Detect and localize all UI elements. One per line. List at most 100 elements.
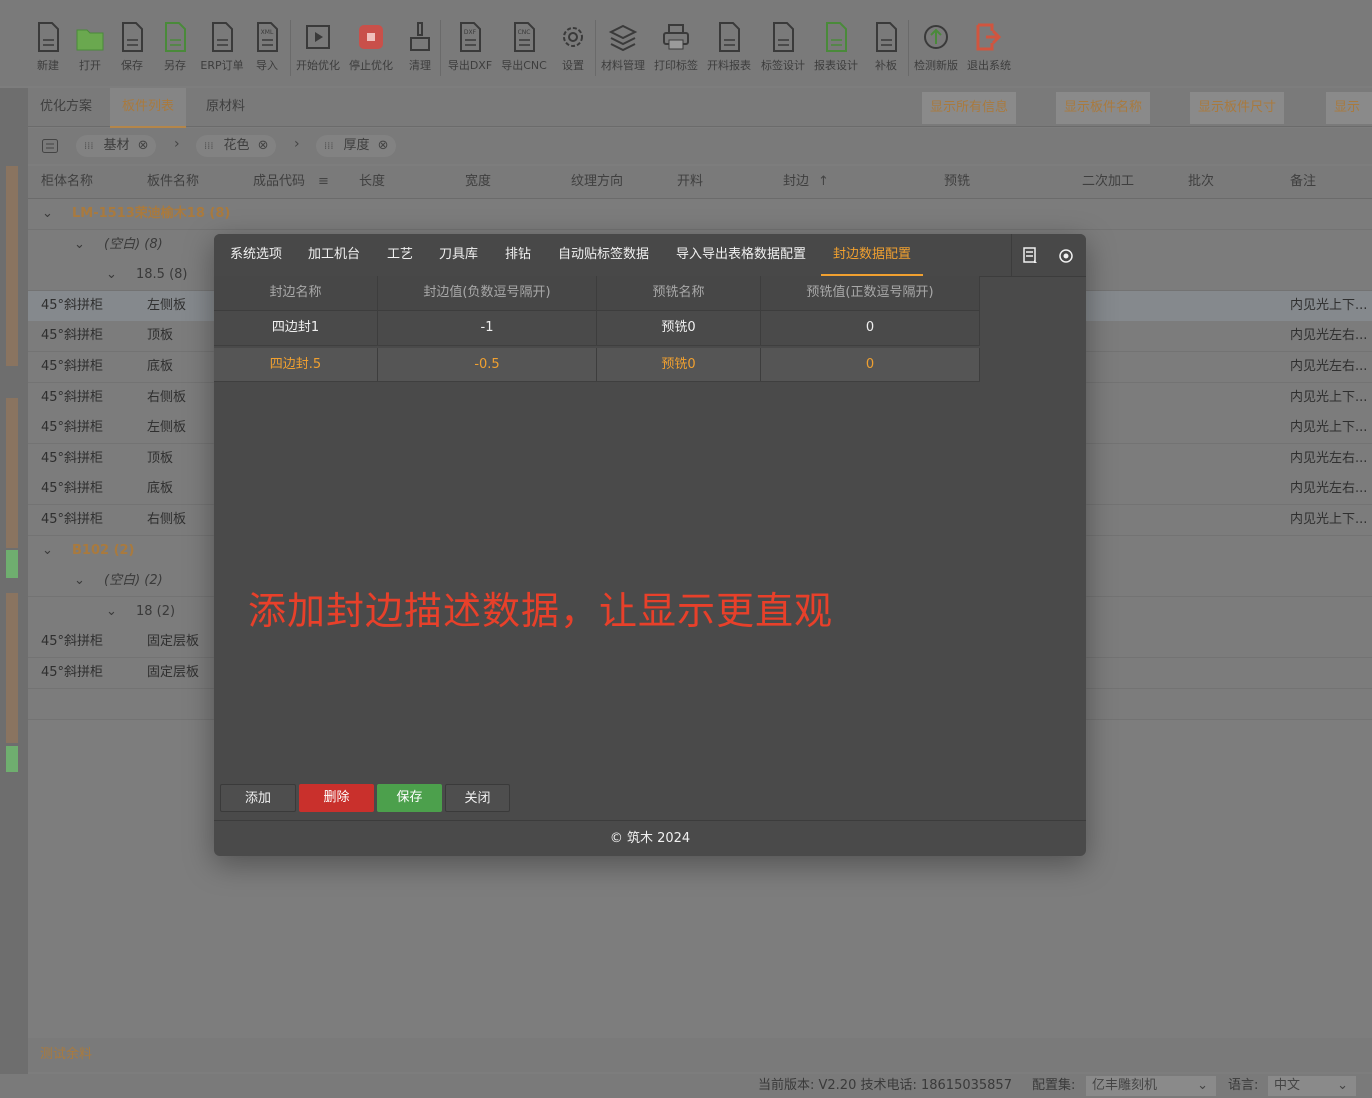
toolbar-button-9[interactable]: DXF 导出DXF <box>444 20 496 73</box>
close-button[interactable]: 关闭 <box>445 784 510 812</box>
toolbar-button-15[interactable]: 标签设计 <box>757 20 809 73</box>
toolbar-button-label: 材料管理 <box>601 59 645 72</box>
drag-handle-icon[interactable]: ⁞⁞⁞ <box>324 141 334 152</box>
toolbar-button-label: 报表设计 <box>814 59 858 72</box>
cabinet-name-cell: 45°斜拼柜 <box>41 481 104 497</box>
save-button[interactable]: 保存 <box>377 784 442 812</box>
export-list-icon[interactable] <box>1023 247 1039 265</box>
toolbar-button-8[interactable]: 清理 <box>394 20 446 73</box>
language-value: 中文 <box>1274 1078 1301 1093</box>
toolbar-button-7[interactable]: 停止优化 <box>345 20 397 73</box>
mill-name-cell[interactable]: 预铣0 <box>597 311 761 345</box>
remnant-label[interactable]: 测试余料 <box>40 1038 92 1072</box>
col-cutting[interactable]: 开料 <box>677 166 703 198</box>
note-cell: 内见光上下... <box>1290 512 1368 527</box>
edge-name-cell[interactable]: 四边封1 <box>214 311 378 345</box>
toolbar-button-3[interactable]: 另存 <box>149 20 201 73</box>
tab-optimization-plan[interactable]: 优化方案 <box>28 88 104 126</box>
col-board-name[interactable]: 板件名称 <box>147 166 199 198</box>
col-product-code[interactable]: 成品代码 <box>253 166 305 198</box>
mill-value-cell[interactable]: 0 <box>761 348 980 381</box>
show-all-info-button[interactable]: 显示所有信息 <box>922 92 1017 124</box>
column-menu-icon[interactable]: ≡ <box>318 166 329 198</box>
toolbar-button-17[interactable]: 补板 <box>860 20 912 73</box>
chevron-down-icon[interactable]: ⌄ <box>106 597 117 627</box>
delete-button[interactable]: 删除 <box>299 784 374 812</box>
add-button[interactable]: 添加 <box>220 784 296 812</box>
edge-banding-row[interactable]: 四边封1 -1 预铣0 0 <box>214 311 980 346</box>
drag-handle-icon[interactable]: ⁞⁞⁞ <box>84 141 94 152</box>
toolbar-button-10[interactable]: CNC 导出CNC <box>498 20 550 73</box>
config-value: 亿丰雕刻机 <box>1092 1078 1158 1093</box>
chevron-down-icon[interactable]: ⌄ <box>74 230 85 260</box>
toolbar-button-19[interactable]: 退出系统 <box>963 20 1015 73</box>
col-mill-name[interactable]: 预铣名称 <box>597 276 761 310</box>
col-edge-name[interactable]: 封边名称 <box>214 276 378 310</box>
tab-machines[interactable]: 加工机台 <box>308 234 360 276</box>
col-grain[interactable]: 纹理方向 <box>571 166 623 198</box>
col-cabinet-name[interactable]: 柜体名称 <box>41 166 93 198</box>
toolbar-button-11[interactable]: 设置 <box>547 20 599 73</box>
filter-chip-base-material[interactable]: ⁞⁞⁞ 基材 ⊗ <box>76 135 157 157</box>
show-board-name-button[interactable]: 显示板件名称 <box>1056 92 1151 124</box>
col-secondary-processing[interactable]: 二次加工 <box>1082 166 1134 198</box>
toolbar-button-12[interactable]: 材料管理 <box>597 20 649 73</box>
tab-import-export-config[interactable]: 导入导出表格数据配置 <box>676 234 806 276</box>
col-mill-value[interactable]: 预铣值(正数逗号隔开) <box>761 276 980 310</box>
col-length[interactable]: 长度 <box>359 166 385 198</box>
chevron-down-icon[interactable]: ⌄ <box>106 260 117 290</box>
view-tab-bar: 优化方案 板件列表 原材料 显示所有信息 显示板件名称 显示板件尺寸 显示开 <box>28 88 1372 147</box>
filter-chip-thickness[interactable]: ⁞⁞⁞ 厚度 ⊗ <box>316 135 397 157</box>
tab-tool-library[interactable]: 刀具库 <box>439 234 478 276</box>
tab-system-options[interactable]: 系统选项 <box>230 234 282 276</box>
chevron-down-icon[interactable]: ⌄ <box>42 199 53 229</box>
mill-value-cell[interactable]: 0 <box>761 311 980 345</box>
chevron-down-icon[interactable]: ⌄ <box>74 566 85 596</box>
remove-chip-icon[interactable]: ⊗ <box>258 138 269 153</box>
language-select[interactable]: 中文 ⌄ <box>1268 1076 1356 1096</box>
annotation-caption: 添加封边描述数据，让显示更直观 <box>248 589 834 633</box>
play-icon <box>292 20 344 54</box>
toolbar-button-13[interactable]: 打印标签 <box>650 20 702 73</box>
col-note[interactable]: 备注 <box>1290 166 1316 198</box>
xml-import-icon: XML <box>241 20 293 54</box>
refresh-icon[interactable] <box>1058 248 1074 264</box>
toolbar-button-16[interactable]: 报表设计 <box>810 20 862 73</box>
edge-name-cell[interactable]: 四边封.5 <box>214 348 378 381</box>
edge-value-cell[interactable]: -0.5 <box>378 348 597 381</box>
group-row[interactable]: ⌄ LM-1513荣迪榆木18 (8) <box>28 199 1372 230</box>
tab-drilling[interactable]: 排钻 <box>505 234 531 276</box>
sort-asc-icon[interactable]: ↑ <box>818 166 829 198</box>
toolbar-button-label: 开始优化 <box>296 59 340 72</box>
board-name-cell: 底板 <box>147 481 174 497</box>
chevron-down-icon[interactable]: ⌄ <box>42 536 53 566</box>
show-cut-button[interactable]: 显示开 <box>1326 92 1372 147</box>
toolbar-button-5[interactable]: XML 导入 <box>241 20 293 73</box>
col-edge-value[interactable]: 封边值(负数逗号隔开) <box>378 276 597 310</box>
col-width[interactable]: 宽度 <box>465 166 491 198</box>
mill-name-cell[interactable]: 预铣0 <box>597 348 761 381</box>
tab-auto-label-data[interactable]: 自动贴标签数据 <box>558 234 649 276</box>
tab-raw-material[interactable]: 原材料 <box>194 88 257 126</box>
remove-chip-icon[interactable]: ⊗ <box>378 138 389 153</box>
tab-board-list[interactable]: 板件列表 <box>110 88 187 128</box>
note-cell: 内见光左右... <box>1290 359 1368 374</box>
col-pre-milling[interactable]: 预铣 <box>944 166 970 198</box>
cabinet-name-cell: 45°斜拼柜 <box>41 665 104 680</box>
group-panel-icon[interactable] <box>42 139 58 153</box>
col-batch[interactable]: 批次 <box>1188 166 1214 198</box>
tab-edge-banding-config[interactable]: 封边数据配置 <box>821 234 924 276</box>
drag-handle-icon[interactable]: ⁞⁞⁞ <box>204 141 214 152</box>
filter-chip-color[interactable]: ⁞⁞⁞ 花色 ⊗ <box>196 135 277 157</box>
remove-chip-icon[interactable]: ⊗ <box>138 138 149 153</box>
edge-value-cell[interactable]: -1 <box>378 311 597 345</box>
tab-process[interactable]: 工艺 <box>387 234 413 276</box>
edge-banding-row-selected[interactable]: 四边封.5 -0.5 预铣0 0 <box>214 348 980 382</box>
toolbar-button-18[interactable]: 检测新版 <box>910 20 962 73</box>
toolbar-button-6[interactable]: 开始优化 <box>292 20 344 73</box>
toolbar-button-14[interactable]: 开料报表 <box>703 20 755 73</box>
config-select[interactable]: 亿丰雕刻机 ⌄ <box>1086 1076 1216 1096</box>
cabinet-name-cell: 45°斜拼柜 <box>41 328 104 344</box>
show-board-size-button[interactable]: 显示板件尺寸 <box>1190 92 1285 124</box>
col-edge-banding[interactable]: 封边 <box>783 166 809 198</box>
